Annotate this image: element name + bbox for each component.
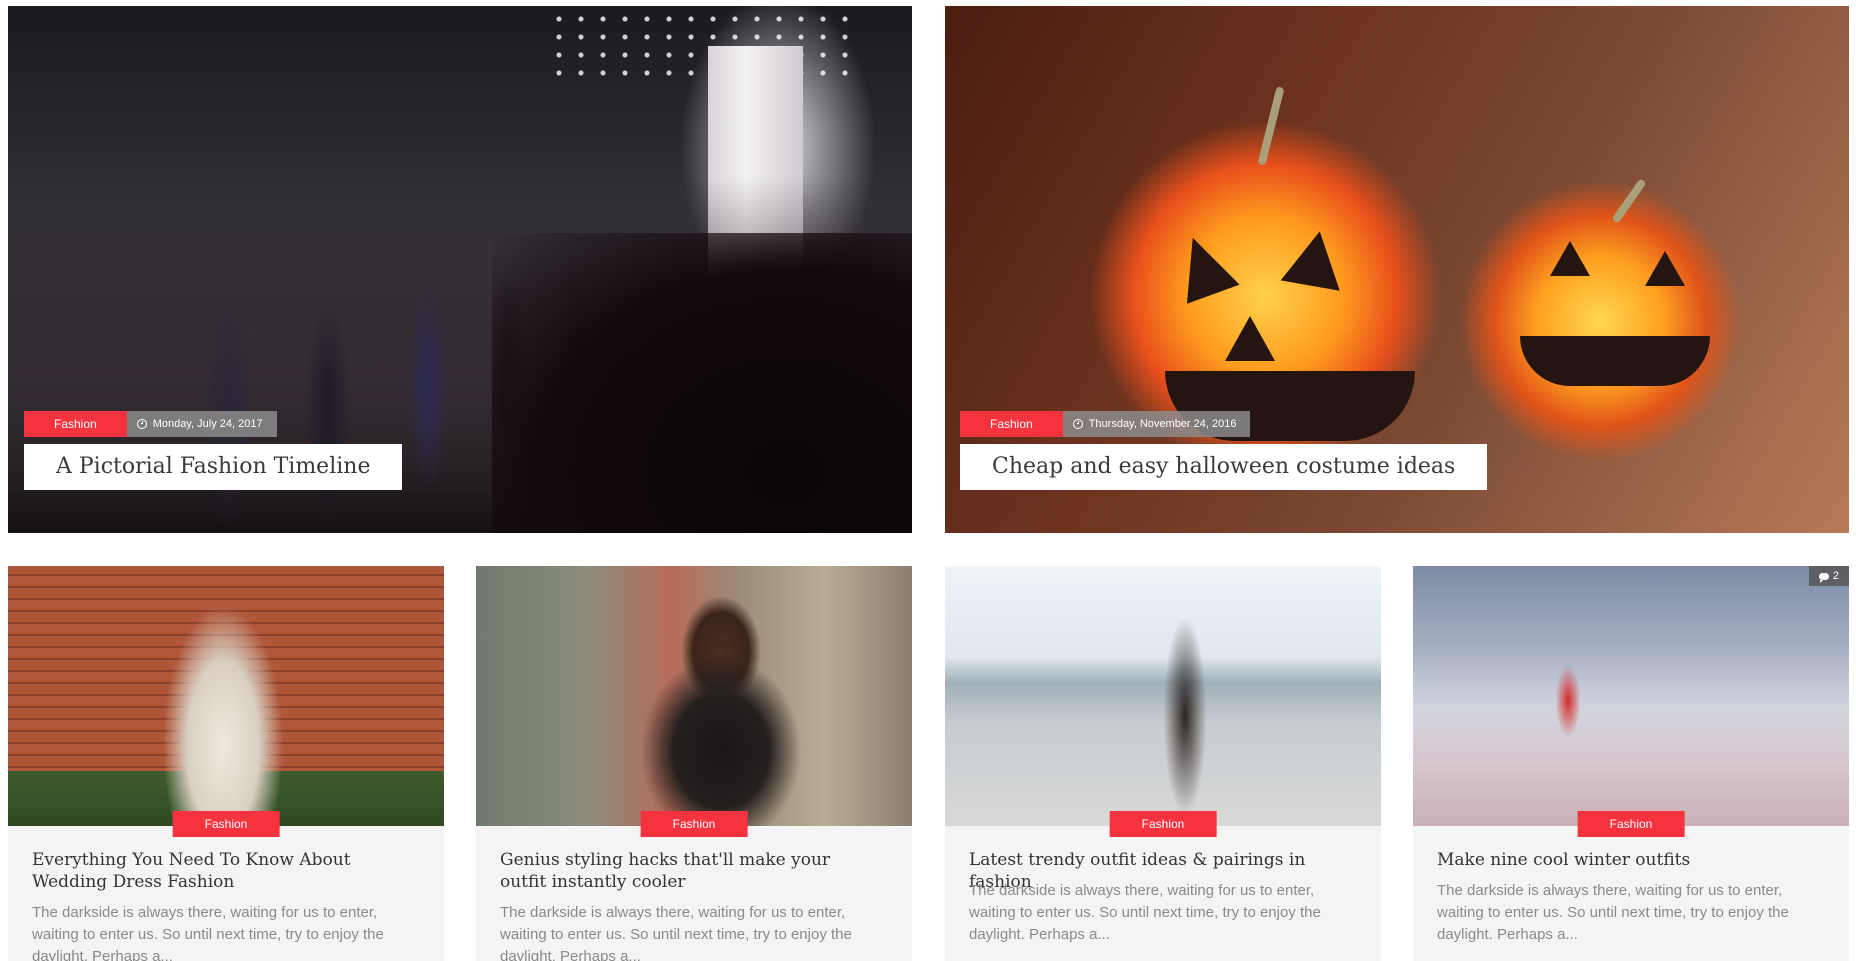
pumpkin-nose	[1225, 316, 1275, 361]
pumpkin-eye	[1550, 241, 1590, 276]
stage-lights	[548, 10, 848, 80]
featured-title[interactable]: A Pictorial Fashion Timeline	[24, 444, 403, 490]
category-badge[interactable]: Fashion	[640, 811, 748, 837]
date-badge: Thursday, November 24, 2016	[1062, 411, 1251, 437]
post-title[interactable]: Make nine cool winter outfits	[1437, 849, 1817, 871]
comment-count: 2	[1832, 570, 1839, 582]
featured-post-2[interactable]: Fashion Thursday, November 24, 2016 Chea…	[945, 6, 1849, 533]
post-date: Thursday, November 24, 2016	[1088, 418, 1237, 430]
post-title[interactable]: Everything You Need To Know About Weddin…	[32, 849, 412, 893]
post-date: Monday, July 24, 2017	[152, 418, 263, 430]
featured-meta: Fashion Monday, July 24, 2017	[24, 411, 277, 437]
lantern-stem-2	[1611, 178, 1647, 224]
pumpkin-eye	[1166, 228, 1240, 304]
post-title[interactable]: Genius styling hacks that'll make your o…	[500, 849, 880, 893]
category-badge[interactable]: Fashion	[1109, 811, 1217, 837]
post-excerpt: The darkside is always there, waiting fo…	[969, 882, 1321, 943]
featured-title[interactable]: Cheap and easy halloween costume ideas	[960, 444, 1488, 490]
comment-count-badge[interactable]: 2	[1808, 566, 1849, 586]
pumpkin-mouth	[1520, 336, 1710, 386]
featured-post-1[interactable]: Fashion Monday, July 24, 2017 A Pictoria…	[8, 6, 912, 533]
category-badge[interactable]: Fashion	[172, 811, 280, 837]
post-card[interactable]: Fashion Latest trendy outfit ideas & pai…	[945, 566, 1381, 961]
post-card[interactable]: Fashion Genius styling hacks that'll mak…	[476, 566, 912, 961]
foreground-shadow	[492, 233, 912, 533]
post-image-outfit[interactable]	[945, 566, 1381, 826]
post-card[interactable]: Fashion Everything You Need To Know Abou…	[8, 566, 444, 961]
category-badge[interactable]: Fashion	[960, 411, 1063, 437]
comment-icon	[1818, 572, 1829, 583]
category-badge[interactable]: Fashion	[1577, 811, 1685, 837]
post-image-winter[interactable]: 2	[1413, 566, 1849, 826]
post-excerpt: The darkside is always there, waiting fo…	[32, 904, 384, 961]
post-image-wedding[interactable]	[8, 566, 444, 826]
date-badge: Monday, July 24, 2017	[126, 411, 277, 437]
featured-meta: Fashion Thursday, November 24, 2016	[960, 411, 1251, 437]
pumpkin-eye	[1645, 251, 1685, 286]
post-excerpt: The darkside is always there, waiting fo…	[500, 904, 852, 961]
clock-icon	[1072, 419, 1083, 429]
lantern-stem-1	[1257, 86, 1285, 166]
pumpkin-eye	[1280, 226, 1350, 291]
category-badge[interactable]: Fashion	[24, 411, 127, 437]
post-image-styling[interactable]	[476, 566, 912, 826]
post-card[interactable]: 2 Fashion Make nine cool winter outfits …	[1413, 566, 1849, 961]
clock-icon	[136, 419, 147, 429]
post-excerpt: The darkside is always there, waiting fo…	[1437, 882, 1789, 943]
